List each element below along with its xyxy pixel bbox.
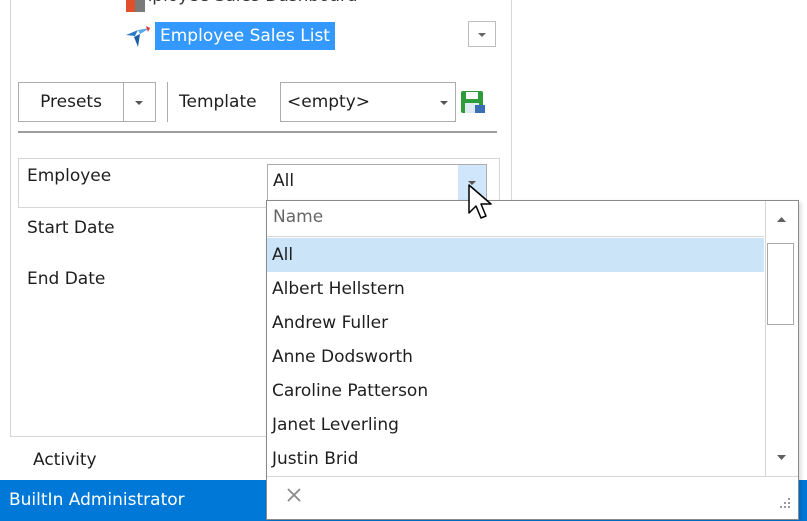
- presets-dropdown-button[interactable]: [124, 82, 156, 122]
- tree-dropdown-button[interactable]: [468, 21, 496, 47]
- popup-footer: [267, 476, 798, 519]
- scroll-up-icon[interactable]: [765, 201, 798, 239]
- template-label: Template: [179, 92, 257, 112]
- tree-item-selected[interactable]: Employee Sales List: [155, 22, 335, 50]
- dashboard-icon: [126, 0, 145, 12]
- close-icon[interactable]: [282, 483, 306, 507]
- resize-grip-icon[interactable]: [774, 492, 794, 512]
- list-item[interactable]: Janet Leverling: [267, 408, 764, 442]
- chevron-down-icon: [478, 33, 486, 37]
- mouse-cursor-icon: [468, 184, 492, 219]
- popup-column-header-label: Name: [273, 207, 324, 227]
- param-label-start-date: Start Date: [27, 218, 115, 238]
- presets-button[interactable]: Presets: [18, 82, 124, 122]
- list-item[interactable]: Justin Brid: [267, 442, 764, 476]
- list-item[interactable]: Caroline Patterson: [267, 374, 764, 408]
- status-user: BuiltIn Administrator: [9, 490, 185, 510]
- report-list-icon: [126, 26, 150, 47]
- tree-item-previous[interactable]: Employee Sales Dashboard: [125, 0, 357, 10]
- toolbar-separator: [167, 82, 168, 122]
- employee-combobox[interactable]: [267, 164, 487, 202]
- panel-border: [10, 0, 11, 436]
- toolbar-divider: [18, 131, 497, 133]
- template-value: <empty>: [287, 92, 371, 112]
- chevron-down-icon: [135, 101, 143, 105]
- popup-column-header[interactable]: [267, 201, 764, 237]
- save-template-icon[interactable]: [460, 90, 486, 114]
- list-item[interactable]: Albert Hellstern: [267, 272, 764, 306]
- list-item[interactable]: Andrew Fuller: [267, 306, 764, 340]
- chevron-down-icon[interactable]: [434, 82, 454, 122]
- scrollbar-thumb[interactable]: [767, 243, 794, 325]
- employee-combobox-value: All: [273, 171, 295, 191]
- list-item[interactable]: All: [267, 238, 764, 272]
- list-item[interactable]: Anne Dodsworth: [267, 340, 764, 374]
- param-label-employee: Employee: [27, 166, 112, 186]
- param-label-end-date: End Date: [27, 269, 106, 289]
- scroll-down-icon[interactable]: [765, 438, 798, 476]
- activity-tab[interactable]: Activity: [33, 450, 97, 470]
